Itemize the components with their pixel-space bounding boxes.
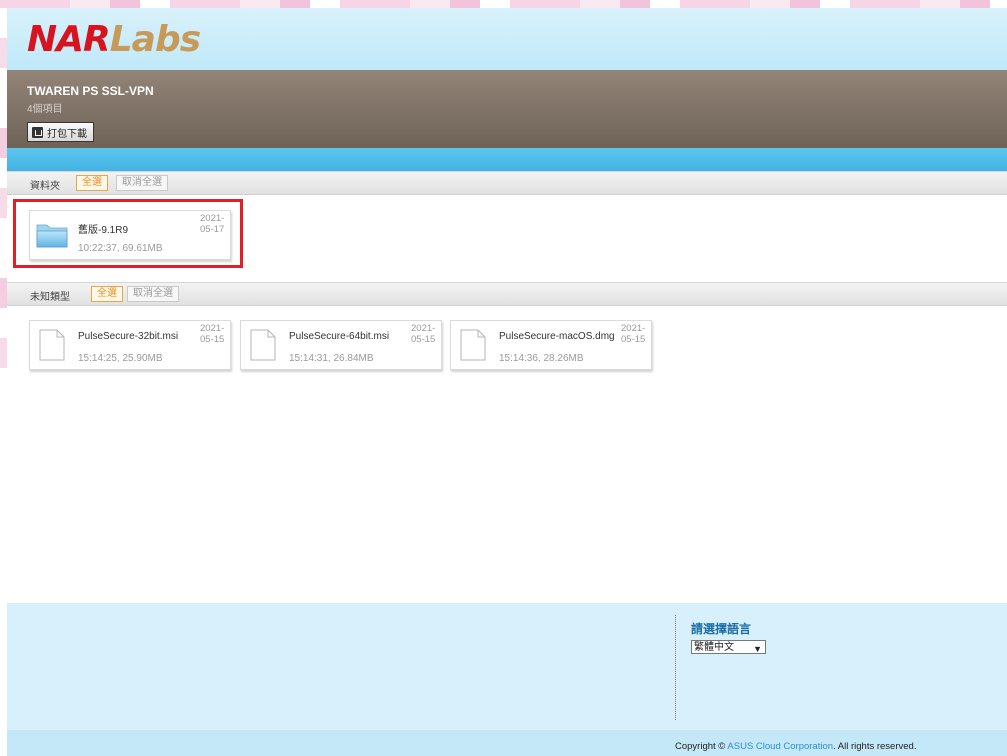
folders-select-all-button[interactable]: 全選 bbox=[76, 175, 108, 191]
files-select-all-button[interactable]: 全選 bbox=[91, 286, 123, 302]
folders-section-header: 資料夾 全選 取消全選 bbox=[7, 171, 1007, 195]
file-date: 2021- 05-15 bbox=[200, 323, 228, 345]
file-date-day: 05-15 bbox=[200, 334, 225, 345]
item-count: 4個項目 bbox=[27, 104, 63, 115]
document-icon bbox=[39, 329, 65, 361]
share-header: TWAREN PS SSL-VPN 4個項目 打包下載 bbox=[7, 70, 1007, 148]
package-download-icon bbox=[32, 126, 43, 138]
files-deselect-all-button[interactable]: 取消全選 bbox=[127, 286, 179, 302]
file-card[interactable]: PulseSecure-32bit.msi 15:14:25, 25.90MB … bbox=[29, 320, 231, 370]
copyright-suffix: . All rights reserved. bbox=[833, 741, 917, 752]
file-date: 2021- 05-15 bbox=[411, 323, 439, 345]
folders-deselect-all-button[interactable]: 取消全選 bbox=[116, 175, 168, 191]
file-date: 2021- 05-15 bbox=[621, 323, 649, 345]
page: NARLabs TWAREN PS SSL-VPN 4個項目 打包下載 資料夾 … bbox=[7, 8, 1007, 756]
narlabs-logo: NARLabs bbox=[27, 19, 201, 60]
files-section-header: 未知類型 全選 取消全選 bbox=[7, 282, 1007, 306]
logo-nar-text: NAR bbox=[27, 19, 111, 60]
asus-cloud-link[interactable]: ASUS Cloud Corporation bbox=[727, 741, 833, 752]
download-all-button[interactable]: 打包下載 bbox=[27, 122, 94, 142]
copyright-prefix: Copyright © bbox=[675, 741, 728, 752]
file-card[interactable]: PulseSecure-macOS.dmg 15:14:36, 28.26MB … bbox=[450, 320, 652, 370]
top-banner: NARLabs bbox=[7, 8, 1007, 71]
folders-section-label: 資料夾 bbox=[30, 181, 60, 192]
files-section-label: 未知類型 bbox=[30, 292, 70, 303]
page-title: TWAREN PS SSL-VPN bbox=[27, 84, 154, 98]
file-card[interactable]: PulseSecure-64bit.msi 15:14:31, 26.84MB … bbox=[240, 320, 442, 370]
file-meta: 15:14:36, 28.26MB bbox=[499, 353, 584, 364]
language-title: 請選擇語言 bbox=[691, 622, 752, 636]
footer: 請選擇語言 繁體中文 ▼ bbox=[7, 603, 1007, 730]
copyright: Copyright © ASUS Cloud Corporation. All … bbox=[675, 741, 916, 752]
document-icon bbox=[460, 329, 486, 361]
toolbar-bar bbox=[7, 148, 1007, 171]
copyright-bar: Copyright © ASUS Cloud Corporation. All … bbox=[7, 730, 1007, 756]
decorative-top-strip bbox=[0, 0, 1007, 8]
file-name: PulseSecure-64bit.msi bbox=[289, 331, 390, 342]
chevron-down-icon: ▼ bbox=[753, 644, 762, 654]
document-icon bbox=[250, 329, 276, 361]
download-all-label: 打包下載 bbox=[47, 128, 87, 140]
file-date-day: 05-15 bbox=[621, 334, 646, 345]
decorative-left-strip bbox=[0, 8, 7, 368]
file-date-year: 2021- bbox=[411, 323, 436, 334]
file-date-day: 05-15 bbox=[411, 334, 436, 345]
language-selected-value: 繁體中文 bbox=[694, 642, 734, 653]
language-select[interactable]: 繁體中文 ▼ bbox=[691, 640, 766, 654]
file-name: PulseSecure-macOS.dmg bbox=[499, 331, 615, 342]
file-meta: 15:14:31, 26.84MB bbox=[289, 353, 374, 364]
file-date-year: 2021- bbox=[200, 323, 225, 334]
highlight-box bbox=[13, 199, 243, 268]
file-name: PulseSecure-32bit.msi bbox=[78, 331, 179, 342]
file-meta: 15:14:25, 25.90MB bbox=[78, 353, 163, 364]
footer-divider bbox=[675, 615, 676, 720]
logo-labs-text: Labs bbox=[109, 19, 201, 60]
file-date-year: 2021- bbox=[621, 323, 646, 334]
